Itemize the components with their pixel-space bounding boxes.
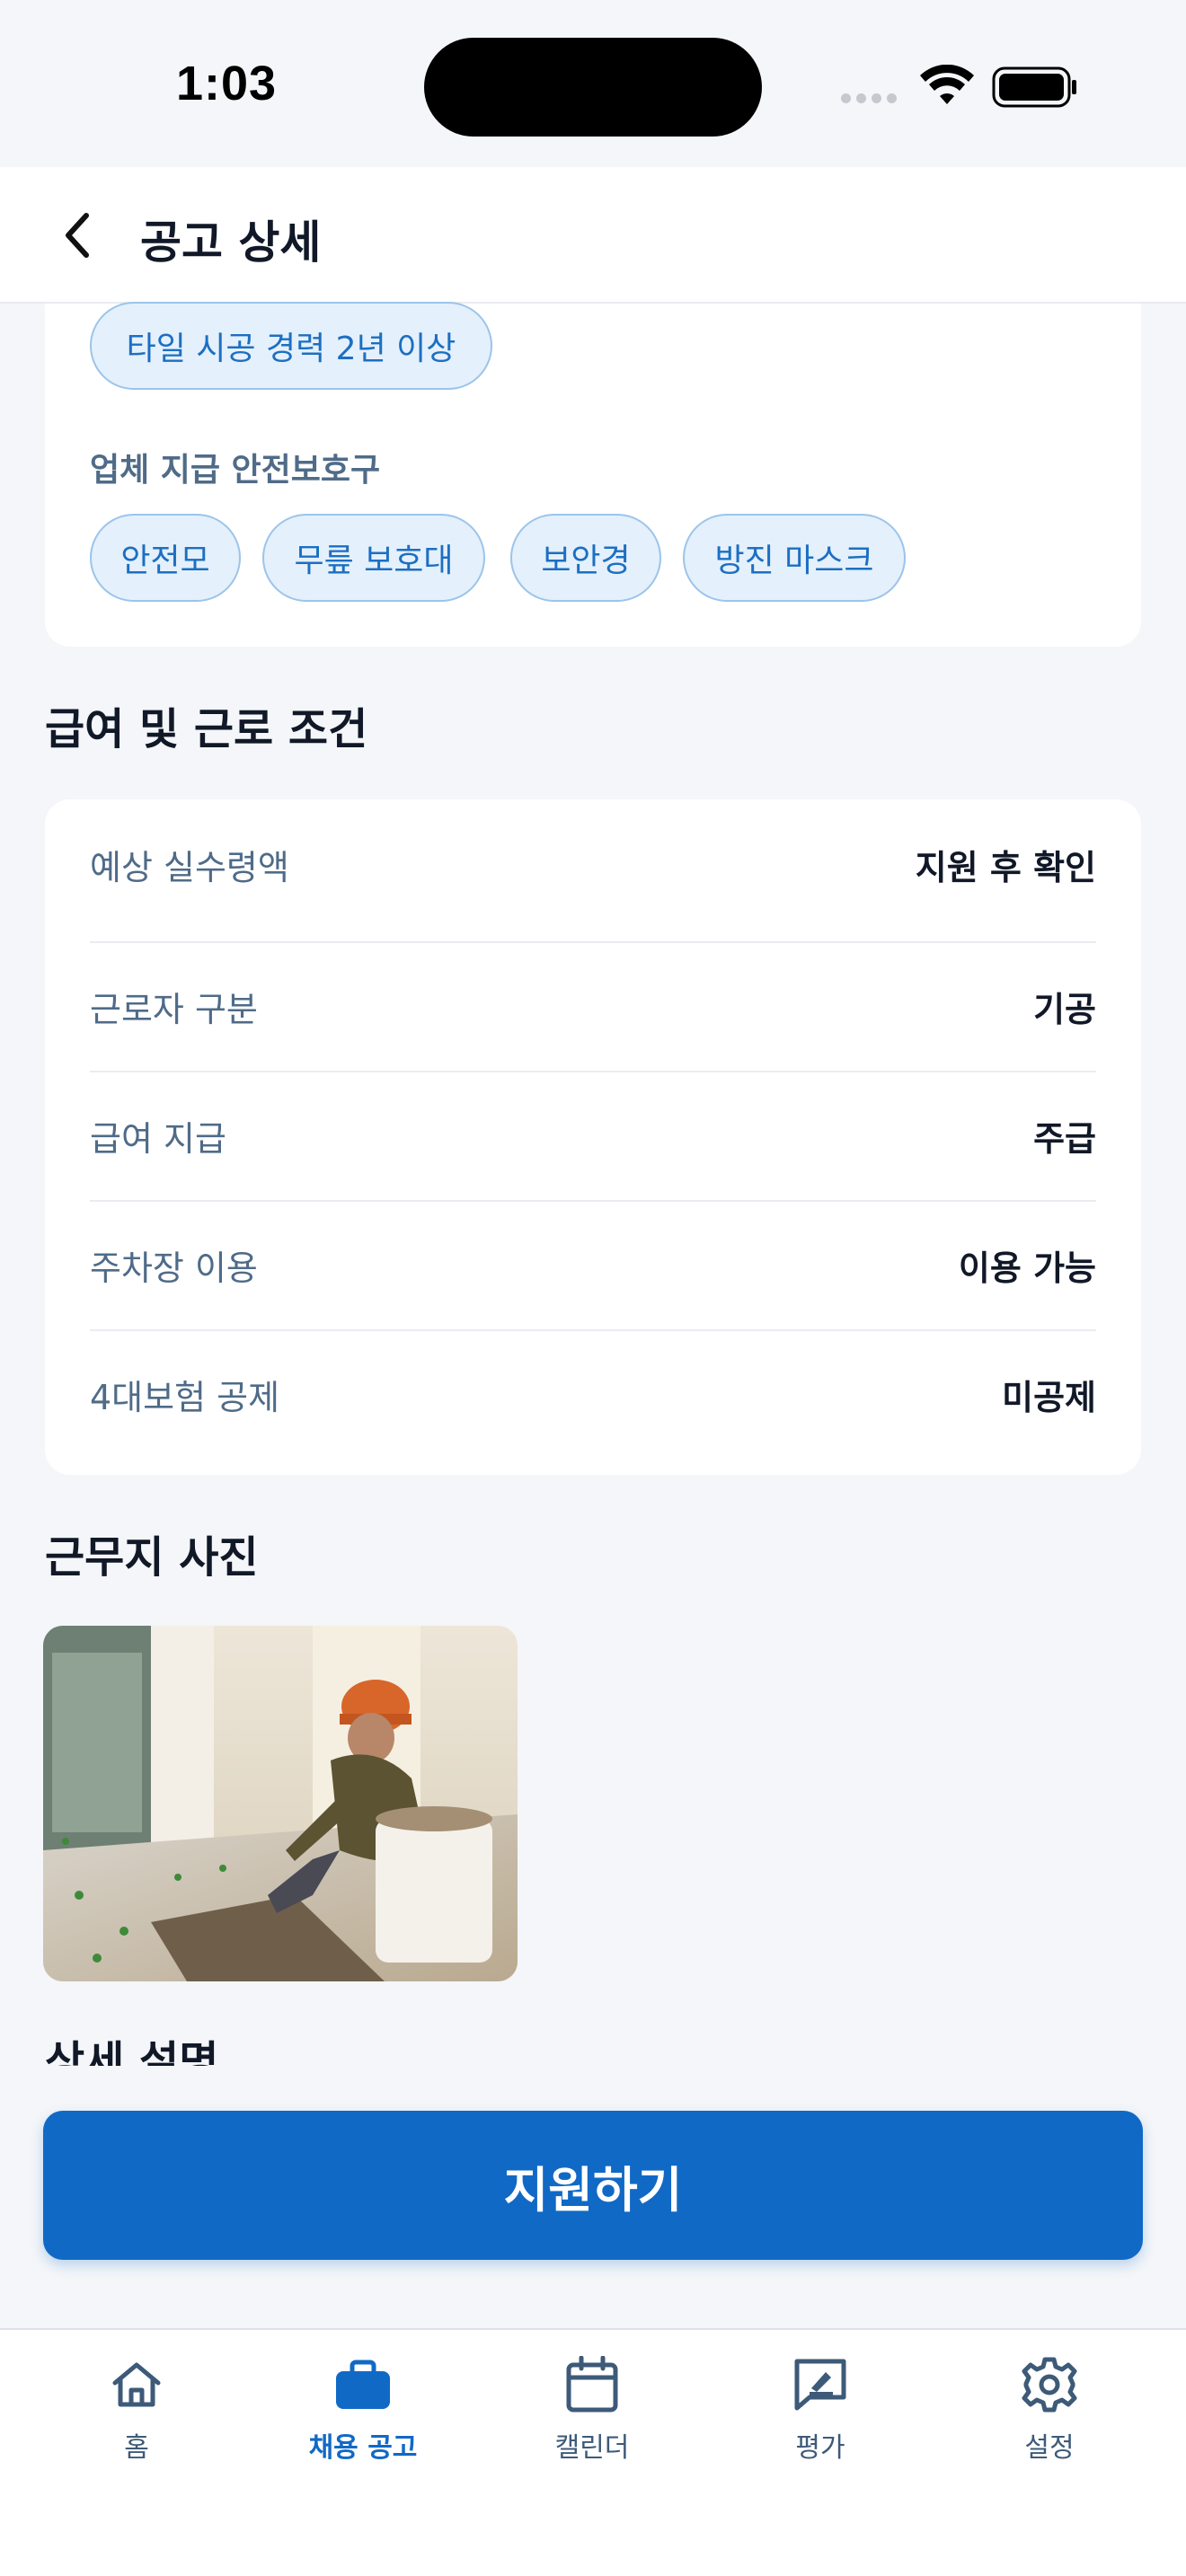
- calendar-icon: [561, 2353, 624, 2416]
- condition-row: 급여 지급 주급: [90, 1071, 1096, 1200]
- safety-gear-label: 업체 지급 안전보호구: [90, 452, 381, 489]
- condition-label: 주차장 이용: [90, 1248, 258, 1288]
- app-header: 공고 상세: [0, 167, 1186, 304]
- tab-calendar[interactable]: 캘린더: [502, 2353, 682, 2488]
- condition-label: 근로자 구분: [90, 989, 258, 1029]
- condition-row: 예상 실수령액 지원 후 확인: [90, 799, 1096, 929]
- experience-chip: 타일 시공 경력 2년 이상: [90, 302, 492, 390]
- safety-chip: 안전모: [90, 514, 241, 602]
- condition-value: 이용 가능: [958, 1248, 1096, 1288]
- condition-value: 지원 후 확인: [915, 847, 1096, 887]
- tab-review[interactable]: 평가: [730, 2353, 910, 2488]
- page-title: 공고 상세: [140, 216, 322, 269]
- status-time: 1:03: [176, 57, 278, 110]
- condition-value: 미공제: [1002, 1377, 1096, 1417]
- chevron-left-icon: [66, 213, 89, 258]
- bottom-tab-bar: 홈 채용 공고 캘린더 평가 설정: [0, 2328, 1186, 2576]
- tab-label: 홈: [124, 2432, 149, 2464]
- workplace-photo[interactable]: [43, 1626, 518, 1981]
- wifi-icon: [918, 64, 976, 111]
- cellular-signal-icon: [841, 93, 897, 103]
- apply-button[interactable]: 지원하기: [43, 2111, 1143, 2260]
- condition-row: 근로자 구분 기공: [90, 941, 1096, 1071]
- condition-label: 4대보험 공제: [90, 1377, 280, 1417]
- conditions-title: 급여 및 근로 조건: [45, 704, 368, 754]
- condition-label: 예상 실수령액: [90, 847, 289, 887]
- tab-label: 평가: [795, 2432, 845, 2464]
- dynamic-island: [424, 38, 762, 137]
- safety-chip: 보안경: [510, 514, 661, 602]
- conditions-card: 예상 실수령액 지원 후 확인 근로자 구분 기공 급여 지급 주급 주차장 이…: [45, 799, 1141, 1475]
- condition-value: 기공: [1033, 989, 1096, 1029]
- tab-jobs[interactable]: 채용 공고: [273, 2353, 453, 2488]
- condition-row: 주차장 이용 이용 가능: [90, 1200, 1096, 1329]
- briefcase-icon: [332, 2353, 394, 2416]
- tab-label: 설정: [1024, 2432, 1075, 2464]
- tab-settings[interactable]: 설정: [960, 2353, 1139, 2488]
- back-button[interactable]: [50, 208, 104, 262]
- tab-label: 채용 공고: [308, 2432, 418, 2464]
- condition-row: 4대보험 공제 미공제: [90, 1329, 1096, 1459]
- safety-chip: 무릎 보호대: [262, 514, 485, 602]
- condition-label: 급여 지급: [90, 1118, 226, 1159]
- battery-icon: [992, 66, 1078, 111]
- tab-home[interactable]: 홈: [47, 2353, 226, 2488]
- status-bar: 1:03: [0, 0, 1186, 167]
- photos-title: 근무지 사진: [45, 1532, 259, 1583]
- requirements-card: 타일 시공 경력 2년 이상 업체 지급 안전보호구 안전모 무릎 보호대 보안…: [45, 302, 1141, 647]
- tab-label: 캘린더: [554, 2432, 630, 2464]
- gear-icon: [1018, 2353, 1081, 2416]
- home-icon: [105, 2353, 168, 2416]
- safety-chip: 방진 마스크: [683, 514, 906, 602]
- review-icon: [789, 2353, 852, 2416]
- condition-value: 주급: [1033, 1118, 1096, 1159]
